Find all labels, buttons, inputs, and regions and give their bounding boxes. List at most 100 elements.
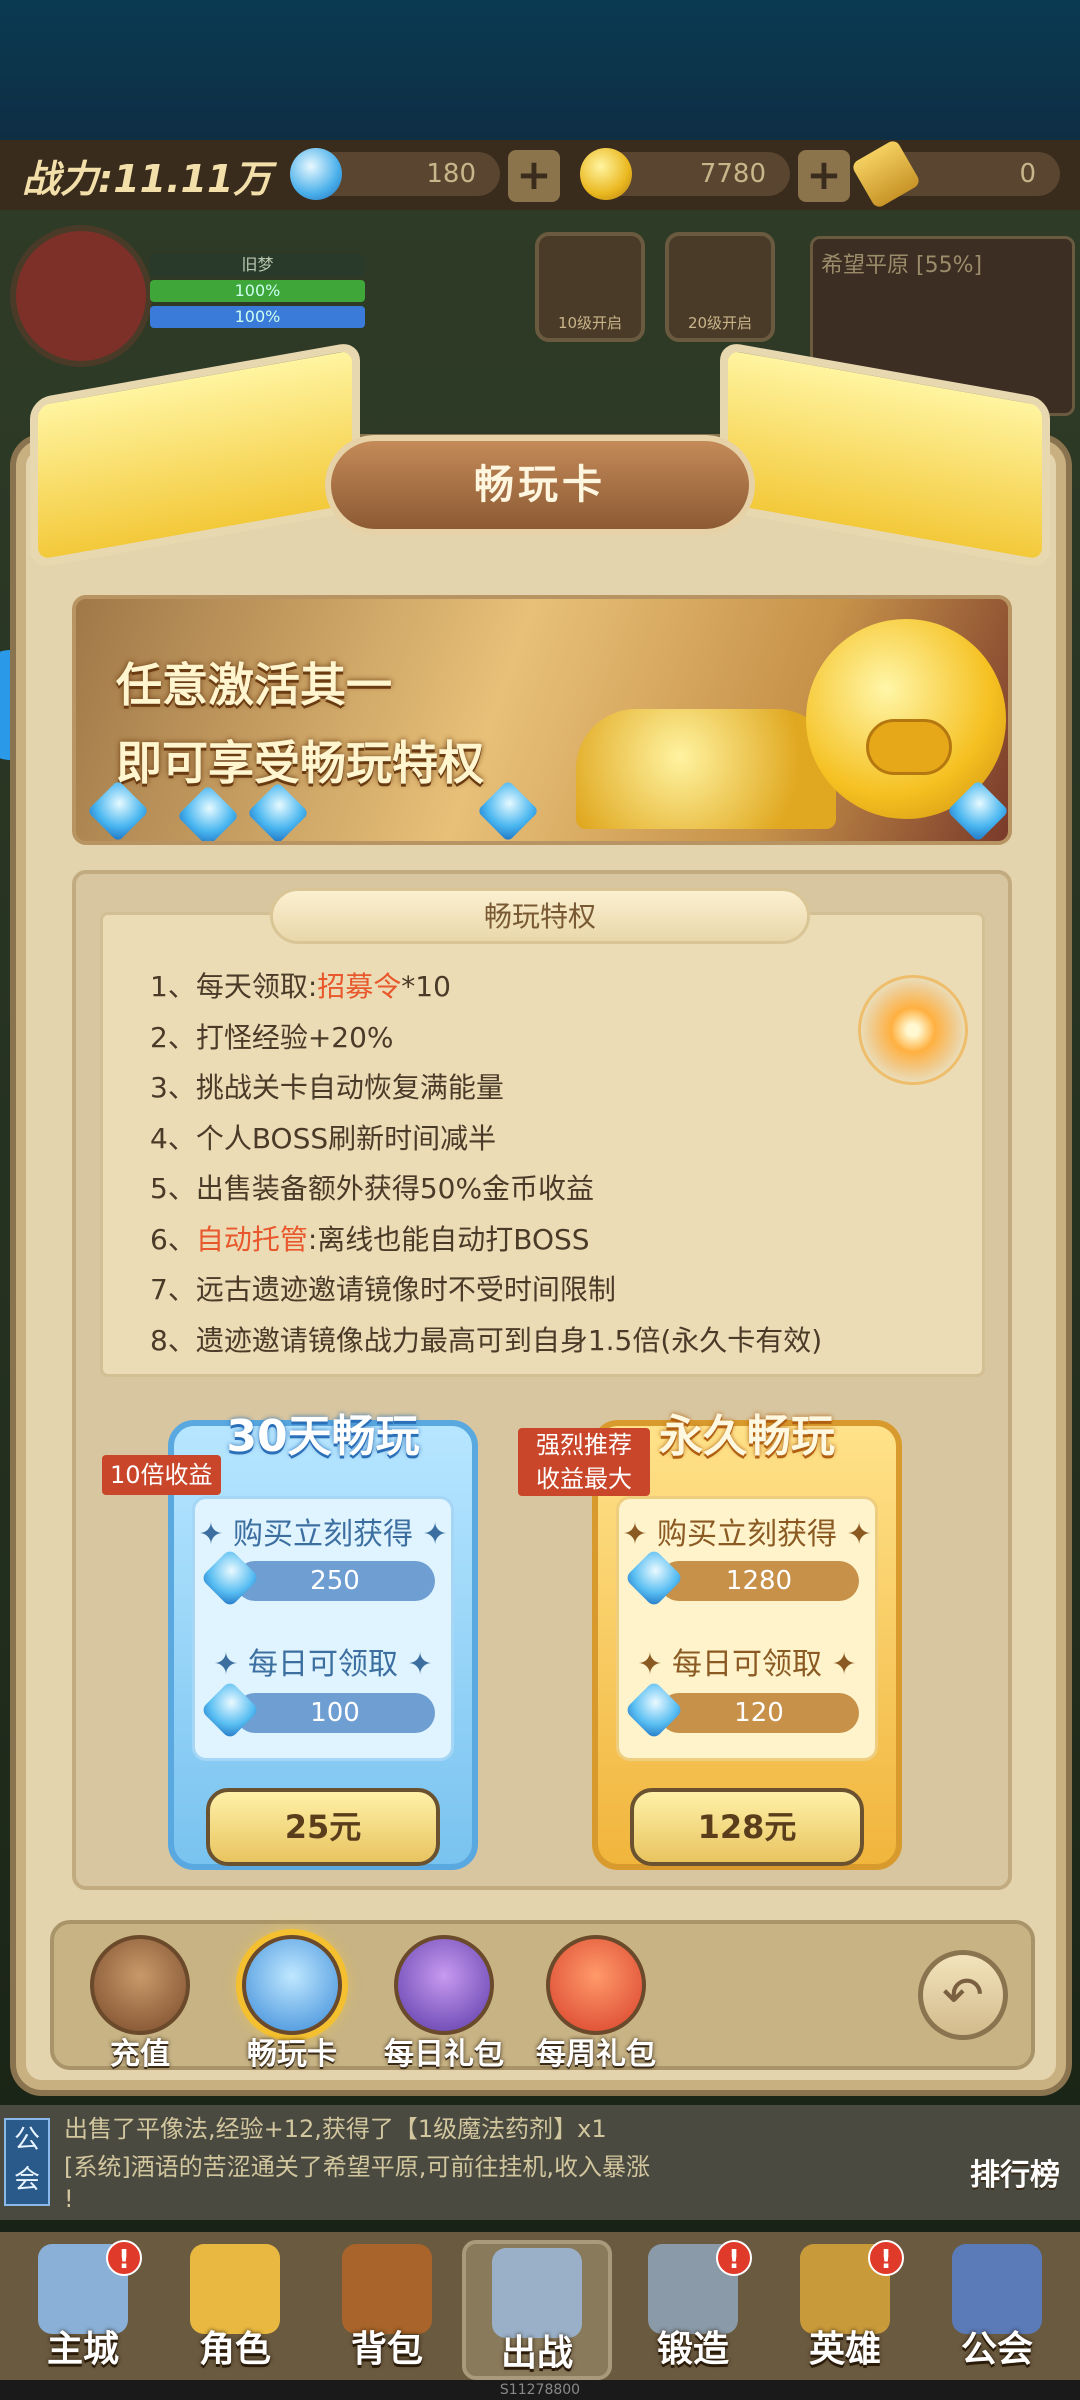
daily-reward-value: 120 <box>624 1680 859 1740</box>
card-30-day-tag: 10倍收益 <box>102 1455 221 1495</box>
nav-label: 锻造 <box>656 2329 729 2370</box>
nav-label: 背包 <box>350 2329 423 2370</box>
guild-chat-tab[interactable]: 公会 <box>4 2118 50 2206</box>
hero-status: 旧梦 100% 100% <box>150 250 365 332</box>
privilege-text: :离线也能自动打BOSS <box>307 1222 590 1256</box>
hero-hp-bar: 100% <box>150 280 365 302</box>
tag-line-1: 强烈推荐 <box>536 1431 632 1459</box>
daily-reward-amount: 100 <box>310 1698 360 1728</box>
diamond-icon <box>624 1680 684 1740</box>
daily-reward-text: 每日可领取 <box>672 1647 822 1682</box>
gift-box-icon <box>546 1935 646 2035</box>
stage-title: 希望平原 [55%] <box>821 253 983 278</box>
locked-slot-20[interactable]: 20级开启 <box>665 232 775 342</box>
gem-decoration <box>476 779 540 841</box>
status-bar: 战力:11.11万 180 + 7780 + 0 <box>0 138 1080 210</box>
buy-reward-value: 1280 <box>624 1548 859 1608</box>
nav-battle[interactable]: 出战 <box>462 2240 612 2380</box>
privilege-item: 5、出售装备额外获得50%金币收益 <box>150 1164 970 1215</box>
tab-label: 畅玩卡 <box>247 2037 337 2072</box>
privilege-item: 2、打怪经验+20% <box>150 1013 970 1064</box>
coin-pile-image <box>576 709 836 829</box>
leaderboard-button[interactable]: 排行榜 <box>970 2150 1060 2194</box>
golden-pig-nose <box>866 719 952 775</box>
hero-energy-bar: 100% <box>150 306 365 328</box>
buy-reward-label: ✦ 购买立刻获得 ✦ <box>198 1517 448 1552</box>
privilege-text: 8、遗迹邀请镜像战力最高可到自身1.5倍(永久卡有效) <box>150 1323 823 1357</box>
tab-daily-gift[interactable]: 每日礼包 <box>374 1935 514 2073</box>
gem-count: 180 <box>426 159 476 189</box>
diamond-icon <box>200 1548 260 1608</box>
privilege-item: 1、每天领取:招募令*10 <box>150 962 970 1013</box>
modal-title: 畅玩卡 <box>325 435 755 535</box>
privilege-text: 1、每天领取: <box>150 970 318 1003</box>
combat-power: 战力:11.11万 <box>22 157 272 201</box>
add-gold-button[interactable]: + <box>798 150 850 202</box>
ticket-counter: 0 <box>850 138 1060 210</box>
tab-label: 每周礼包 <box>536 2037 656 2072</box>
tab-label: 充值 <box>110 2037 170 2072</box>
daily-reward-label: ✦ 每日可领取 ✦ <box>213 1647 433 1682</box>
privilege-text: 6、 <box>150 1222 196 1256</box>
tab-weekly-gift[interactable]: 每周礼包 <box>526 1935 666 2073</box>
daily-reward-label: ✦ 每日可领取 ✦ <box>637 1647 857 1682</box>
nav-label: 角色 <box>198 2329 271 2370</box>
game-card-icon <box>242 1935 342 2035</box>
nav-forge[interactable]: 锻造 ! <box>618 2240 768 2380</box>
buy-30-day-button[interactable]: 25元 <box>206 1788 440 1866</box>
nav-label: 主城 <box>46 2329 119 2370</box>
chat-line: [系统]酒语的苦涩通关了希望平原,可前往挂机,收入暴涨 <box>64 2153 650 2181</box>
gem-counter: 180 <box>290 148 500 200</box>
tab-recharge[interactable]: 充值 <box>70 1935 210 2073</box>
tab-label: 每日礼包 <box>384 2037 504 2072</box>
notification-badge: ! <box>106 2240 142 2276</box>
treasure-chest-icon <box>90 1935 190 2035</box>
nav-character[interactable]: 角色 <box>160 2240 310 2380</box>
privilege-text: 3、挑战关卡自动恢复满能量 <box>150 1071 504 1104</box>
daily-reward-value: 100 <box>200 1680 435 1740</box>
buy-permanent-button[interactable]: 128元 <box>630 1788 864 1866</box>
card-30-day-rewards: ✦ 购买立刻获得 ✦ 250 ✦ 每日可领取 ✦ 100 <box>192 1496 454 1761</box>
banner-line-1: 任意激活其一 <box>116 658 392 712</box>
nav-main-city[interactable]: 主城 ! <box>8 2240 158 2380</box>
gold-counter: 7780 <box>580 148 790 200</box>
privilege-item: 4、个人BOSS刷新时间减半 <box>150 1114 970 1165</box>
nav-heroes[interactable]: 英雄 ! <box>770 2240 920 2380</box>
gold-coin-icon <box>580 148 632 200</box>
buy-reward-label: ✦ 购买立刻获得 ✦ <box>622 1517 872 1552</box>
banner-line-2: 即可享受畅玩特权 <box>116 736 484 790</box>
tab-play-card[interactable]: 畅玩卡 <box>222 1935 362 2073</box>
buy-reward-text: 购买立刻获得 <box>657 1517 837 1552</box>
nav-label: 公会 <box>960 2329 1033 2370</box>
privilege-text: 5、出售装备额外获得50%金币收益 <box>150 1172 595 1205</box>
nav-backpack[interactable]: 背包 <box>312 2240 462 2380</box>
privilege-text: *10 <box>401 970 451 1003</box>
chat-line: 出售了平像法,经验+12,获得了【1级魔法药剂】x1 <box>64 2115 607 2143</box>
nav-guild[interactable]: 公会 <box>922 2240 1072 2380</box>
privilege-item: 3、挑战关卡自动恢复满能量 <box>150 1063 970 1114</box>
privilege-highlight: 招募令 <box>317 970 402 1003</box>
notification-badge: ! <box>868 2240 904 2276</box>
privilege-text: 4、个人BOSS刷新时间减半 <box>150 1121 497 1155</box>
footer-id: S11278800 <box>0 2380 1080 2400</box>
privilege-text: 7、远古遗迹邀请镜像时不受时间限制 <box>150 1273 616 1306</box>
chat-log[interactable]: 出售了平像法,经验+12,获得了【1级魔法药剂】x1 [系统]酒语的苦涩通关了希… <box>0 2105 1080 2220</box>
privilege-highlight: 自动托管 <box>195 1222 308 1256</box>
tag-line-2: 收益最大 <box>536 1465 632 1493</box>
buy-reward-text: 购买立刻获得 <box>233 1517 413 1552</box>
hero-avatar[interactable] <box>10 225 152 367</box>
privilege-list: 1、每天领取:招募令*10 2、打怪经验+20% 3、挑战关卡自动恢复满能量 4… <box>150 962 970 1366</box>
locked-slot-10[interactable]: 10级开启 <box>535 232 645 342</box>
back-button[interactable]: ↶ <box>918 1950 1008 2040</box>
privilege-header: 畅玩特权 <box>270 888 810 944</box>
nav-label: 出战 <box>500 2333 573 2374</box>
top-background <box>0 0 1080 140</box>
nav-label: 英雄 <box>808 2329 881 2370</box>
back-arrow-icon: ↶ <box>942 1966 984 2024</box>
add-gems-button[interactable]: + <box>508 150 560 202</box>
card-permanent-tag: 强烈推荐 收益最大 <box>518 1428 650 1496</box>
promo-banner: 任意激活其一 即可享受畅玩特权 <box>72 595 1012 845</box>
daily-reward-text: 每日可领取 <box>248 1647 398 1682</box>
diamond-icon <box>624 1548 684 1608</box>
gift-bag-icon <box>394 1935 494 2035</box>
